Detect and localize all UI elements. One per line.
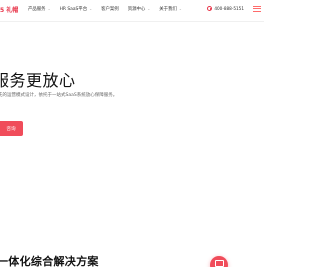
phone-icon	[207, 6, 213, 11]
menu-icon[interactable]	[253, 6, 261, 12]
hero-title: 服务更放心	[0, 71, 76, 90]
hero-description: 先的运营模式设计，依托于一站式SaaS系统放心保障服务。	[0, 93, 118, 98]
logo[interactable]: 5 礼帽	[0, 5, 18, 14]
nav-item-cases[interactable]: 客户案例	[101, 6, 119, 12]
chevron-down-icon: ⌄	[89, 7, 93, 11]
nav-item-label: HR SaaS平台	[59, 7, 88, 12]
nav-item-label: 资源中心	[127, 7, 146, 12]
chat-float-button[interactable]	[210, 256, 228, 267]
nav-item-label: 产品服务	[28, 7, 46, 12]
main-nav: 产品服务 ⌄ HR SaaS平台 ⌄ 客户案例 资源中心 ⌄ 关于我们 ⌄	[28, 6, 191, 12]
chevron-down-icon: ⌄	[147, 7, 151, 11]
nav-item-hr-saas[interactable]: HR SaaS平台 ⌄	[60, 6, 93, 12]
phone-contact[interactable]: 400-888-5151	[207, 6, 244, 11]
consult-button[interactable]: 咨询	[0, 121, 23, 136]
chevron-down-icon: ⌄	[178, 7, 182, 11]
nav-item-label: 客户案例	[101, 7, 119, 12]
nav-item-label: 关于我们	[159, 7, 177, 12]
phone-number: 400-888-5151	[214, 6, 244, 11]
nav-item-products[interactable]: 产品服务 ⌄	[28, 6, 51, 12]
nav-item-resources[interactable]: 资源中心 ⌄	[128, 6, 151, 12]
site-header: 5 礼帽 产品服务 ⌄ HR SaaS平台 ⌄ 客户案例 资源中心 ⌄ 关于我们…	[0, 0, 264, 22]
chevron-down-icon: ⌄	[47, 7, 51, 11]
nav-item-about[interactable]: 关于我们 ⌄	[159, 6, 182, 12]
section-title: 一体化综合解决方案	[0, 255, 99, 267]
